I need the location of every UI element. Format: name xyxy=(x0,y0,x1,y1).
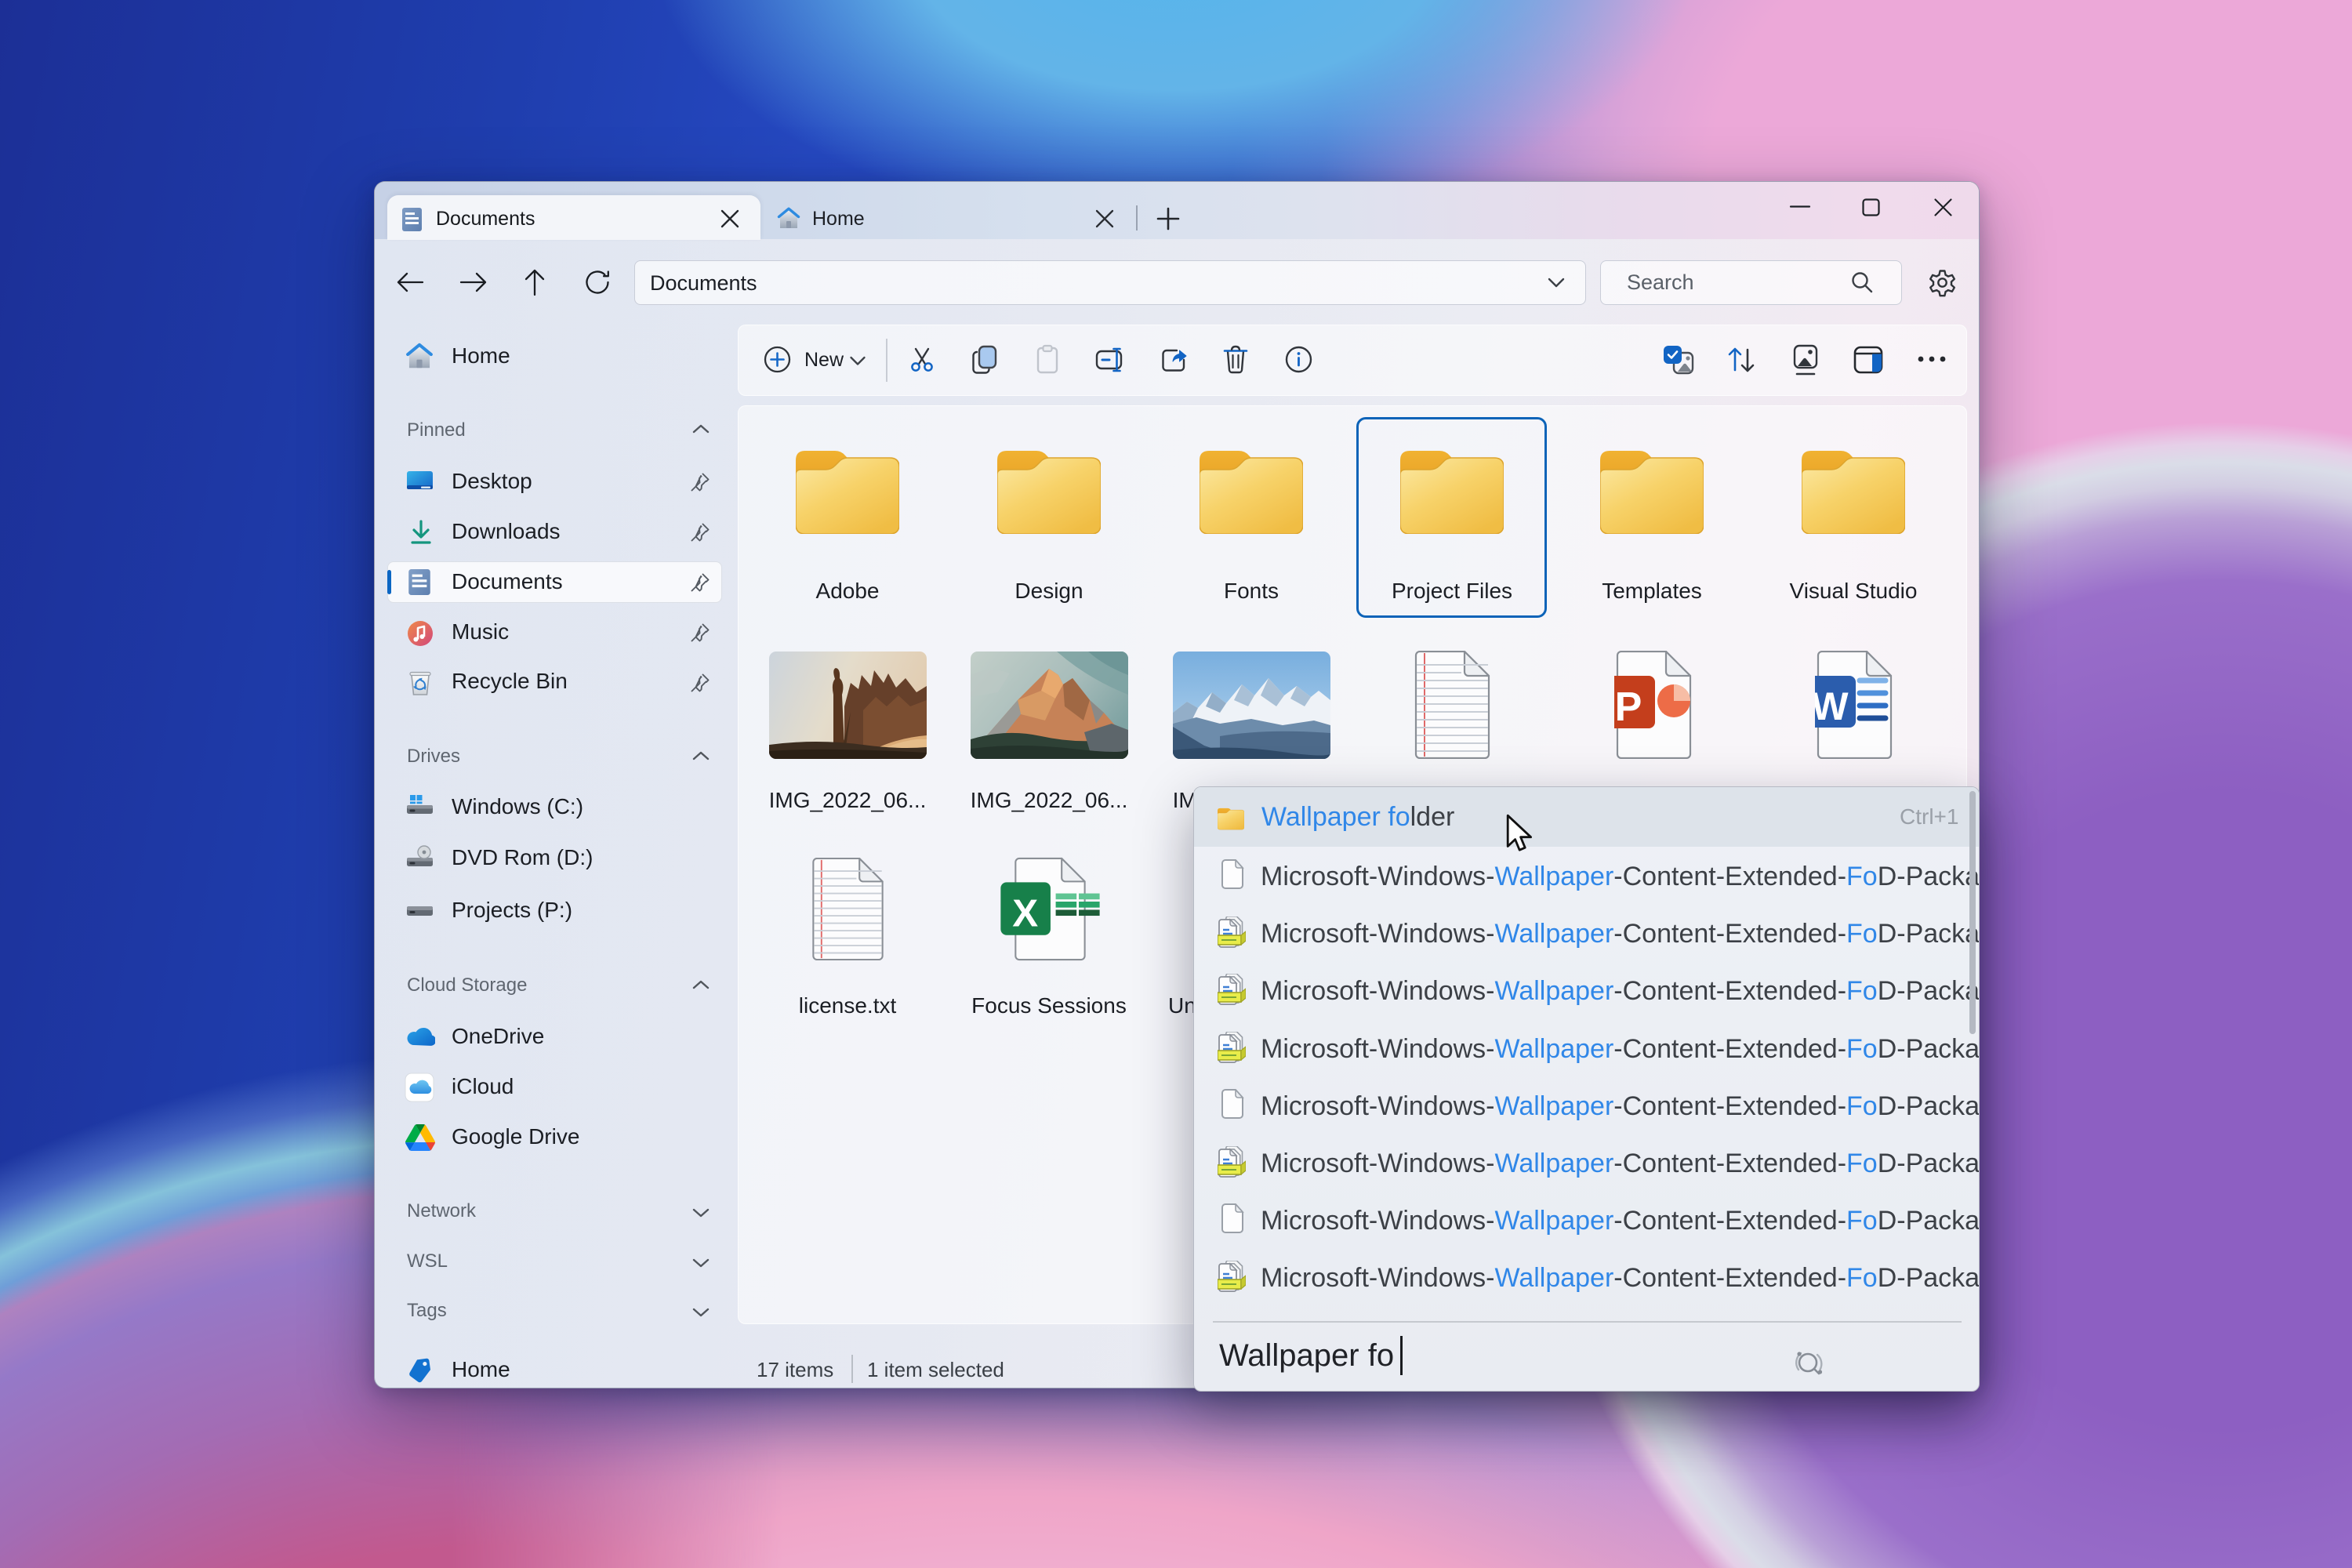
svg-text:X: X xyxy=(1012,891,1038,935)
svg-text:W: W xyxy=(1815,684,1849,728)
svg-text:P: P xyxy=(1615,684,1642,730)
